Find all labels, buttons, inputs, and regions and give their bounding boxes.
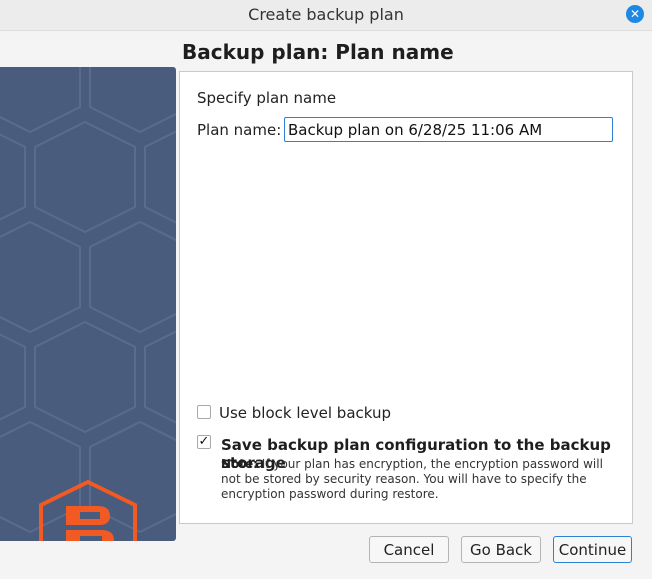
app-logo-icon — [39, 479, 137, 541]
title-bar: Create backup plan ✕ — [0, 0, 652, 31]
go-back-button[interactable]: Go Back — [461, 536, 541, 563]
sidebar-banner — [0, 67, 176, 541]
section-label: Specify plan name — [197, 89, 337, 107]
block-level-label[interactable]: Use block level backup — [219, 404, 391, 422]
continue-button[interactable]: Continue — [553, 536, 632, 563]
page-title: Backup plan: Plan name — [182, 40, 454, 64]
plan-name-input[interactable] — [284, 117, 613, 142]
cancel-button[interactable]: Cancel — [369, 536, 449, 563]
note-label: Note: — [221, 457, 258, 471]
encryption-note: Note: If your plan has encryption, the e… — [221, 457, 616, 502]
plan-name-label: Plan name: — [197, 121, 282, 139]
note-text: If your plan has encryption, the encrypt… — [221, 457, 603, 501]
close-icon[interactable]: ✕ — [626, 5, 644, 23]
window-title: Create backup plan — [248, 5, 404, 24]
hexagon-pattern — [0, 67, 176, 534]
block-level-checkbox[interactable] — [197, 405, 211, 419]
save-config-checkbox[interactable]: ✓ — [197, 435, 211, 449]
